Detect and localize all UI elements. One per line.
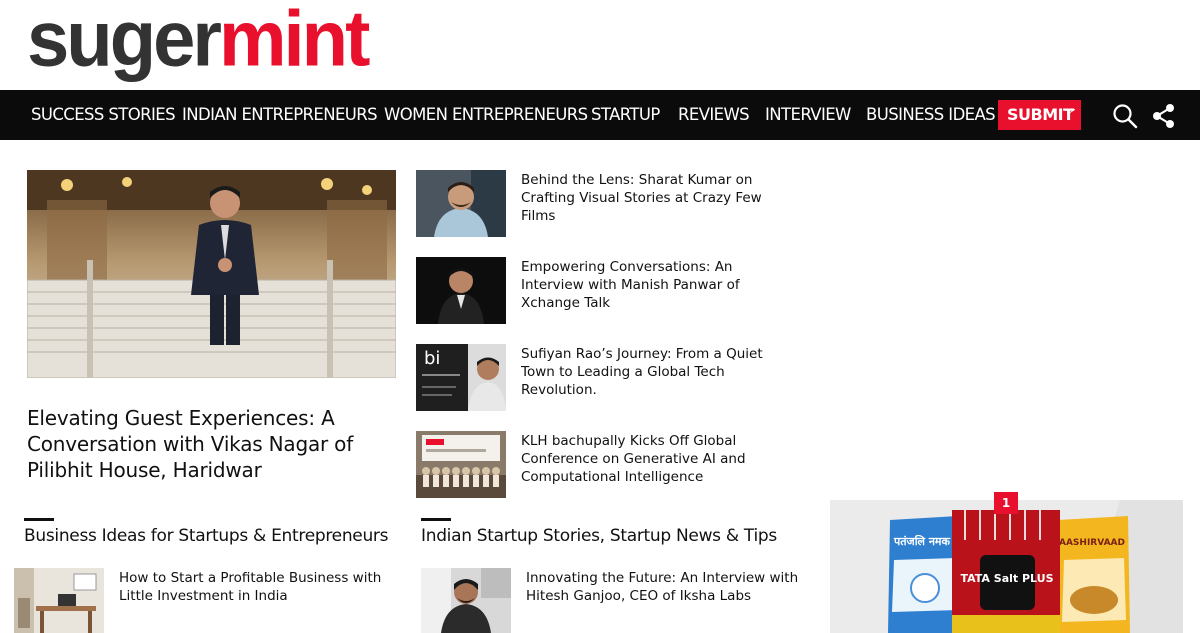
- logo-part-mint: mint: [218, 0, 370, 84]
- nav-startup[interactable]: STARTUP: [591, 90, 660, 140]
- article-title[interactable]: Behind the Lens: Sharat Kumar on Craftin…: [521, 171, 791, 225]
- list-item: Empowering Conversations: An Interview w…: [416, 257, 796, 327]
- nav-indian-entrepreneurs[interactable]: INDIAN ENTREPRENEURS: [182, 90, 378, 140]
- ad-product-tata-salt: TATA Salt PLUS: [960, 572, 1053, 585]
- article-title[interactable]: How to Start a Profitable Business with …: [119, 569, 404, 605]
- submit-dropdown-button[interactable]: SUBMIT ﹀: [998, 100, 1081, 130]
- ad-product-aashirvaad: AASHIRVAAD: [1059, 538, 1125, 548]
- nav-success-stories[interactable]: SUCCESS STORIES: [31, 90, 176, 140]
- article-thumbnail[interactable]: [416, 431, 506, 498]
- site-header: sugermint: [0, 0, 1200, 90]
- svg-text:bi: bi: [424, 348, 440, 369]
- article-thumbnail[interactable]: bi: [416, 344, 506, 411]
- logo-part-suger: suger: [27, 0, 222, 84]
- site-logo[interactable]: sugermint: [27, 0, 370, 84]
- share-icon[interactable]: [1151, 103, 1177, 129]
- article-thumbnail[interactable]: [14, 568, 104, 633]
- article-title[interactable]: KLH bachupally Kicks Off Global Conferen…: [521, 432, 791, 486]
- ad-notification-badge: 1: [994, 492, 1018, 514]
- advertisement-banner[interactable]: पतंजलि नमक AASHIRVAAD TATA Salt PLUS: [830, 500, 1183, 633]
- section-title-business-ideas[interactable]: Business Ideas for Startups & Entreprene…: [24, 526, 388, 546]
- article-thumbnail[interactable]: [416, 170, 506, 237]
- article-title[interactable]: Innovating the Future: An Interview with…: [526, 569, 811, 605]
- featured-article-title[interactable]: Elevating Guest Experiences: A Conversat…: [27, 405, 407, 483]
- article-thumbnail[interactable]: [416, 257, 506, 324]
- nav-business-ideas[interactable]: BUSINESS IDEAS: [866, 90, 996, 140]
- chevron-down-icon: ﹀: [1064, 108, 1076, 121]
- ad-product-patanjali: पतंजलि नमक: [893, 534, 950, 548]
- article-thumbnail[interactable]: [421, 568, 511, 633]
- list-item: Behind the Lens: Sharat Kumar on Craftin…: [416, 170, 796, 240]
- featured-article-image[interactable]: [27, 170, 396, 378]
- nav-interview[interactable]: INTERVIEW: [765, 90, 851, 140]
- section-divider: [24, 518, 54, 521]
- list-item: bi Sufiyan Rao’s Journey: From a Quiet T…: [416, 344, 796, 414]
- article-title[interactable]: Empowering Conversations: An Interview w…: [521, 258, 791, 312]
- main-nav: SUCCESS STORIES INDIAN ENTREPRENEURS WOM…: [0, 90, 1200, 140]
- section-divider: [421, 518, 451, 521]
- list-item: Innovating the Future: An Interview with…: [421, 568, 811, 633]
- list-item: How to Start a Profitable Business with …: [14, 568, 404, 633]
- section-title-startup-stories[interactable]: Indian Startup Stories, Startup News & T…: [421, 526, 777, 546]
- article-title[interactable]: Sufiyan Rao’s Journey: From a Quiet Town…: [521, 345, 791, 399]
- nav-reviews[interactable]: REVIEWS: [678, 90, 750, 140]
- search-icon[interactable]: [1112, 103, 1138, 129]
- nav-women-entrepreneurs[interactable]: WOMEN ENTREPRENEURS: [384, 90, 588, 140]
- list-item: KLH bachupally Kicks Off Global Conferen…: [416, 431, 796, 501]
